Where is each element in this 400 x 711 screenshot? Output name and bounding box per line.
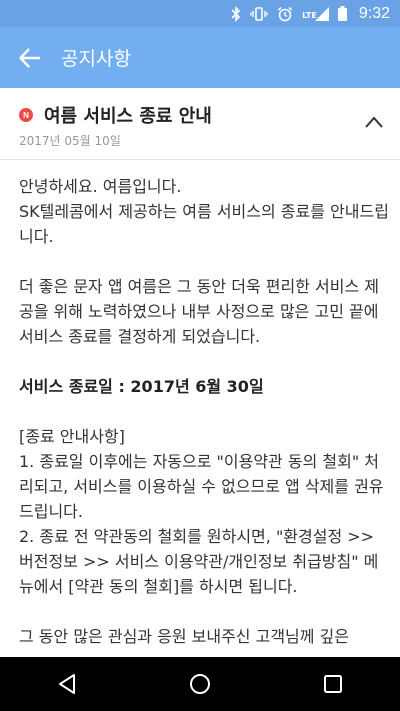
signal-icon: LTE xyxy=(302,6,329,21)
notice-body: 안녕하세요. 여름입니다. SK텔레콤에서 제공하는 여름 서비스의 종료를 안… xyxy=(19,174,389,654)
new-badge: N xyxy=(19,108,33,122)
battery-icon xyxy=(337,6,347,21)
alarm-icon xyxy=(277,6,293,22)
paragraph-end-date: 서비스 종료일 : 2017년 6월 30일 xyxy=(19,377,264,396)
chevron-up-icon[interactable] xyxy=(364,114,384,128)
paragraph-reason: 더 좋은 문자 앱 여름은 그 동안 더욱 편리한 서비스 제공을 위해 노력하… xyxy=(19,277,379,346)
nav-back-icon[interactable] xyxy=(37,664,97,704)
status-bar: LTE 9:32 xyxy=(0,0,400,27)
clock: 9:32 xyxy=(358,4,390,22)
vibrate-icon xyxy=(250,6,268,21)
nav-home-icon[interactable] xyxy=(170,664,230,704)
notice-date: 2017년 05월 10일 xyxy=(19,134,121,148)
nav-recents-icon[interactable] xyxy=(303,664,363,704)
paragraph-guide: [종료 안내사항] 1. 종료일 이후에는 자동으로 "이용약관 동의 철회" … xyxy=(19,427,384,596)
notice-header[interactable]: N 여름 서비스 종료 안내 2017년 05월 10일 xyxy=(0,88,400,160)
app-bar: 공지사항 xyxy=(0,27,400,88)
paragraph-thanks: 그 동안 많은 관심과 응원 보내주신 고객님께 깊은 xyxy=(19,627,350,646)
back-arrow-icon[interactable] xyxy=(19,47,41,69)
bluetooth-icon xyxy=(231,5,241,22)
page-title: 공지사항 xyxy=(61,48,131,70)
notice-title: 여름 서비스 종료 안내 xyxy=(44,106,212,127)
navigation-bar xyxy=(0,657,400,711)
paragraph-greeting: 안녕하세요. 여름입니다. SK텔레콤에서 제공하는 여름 서비스의 종료를 안… xyxy=(19,177,389,246)
